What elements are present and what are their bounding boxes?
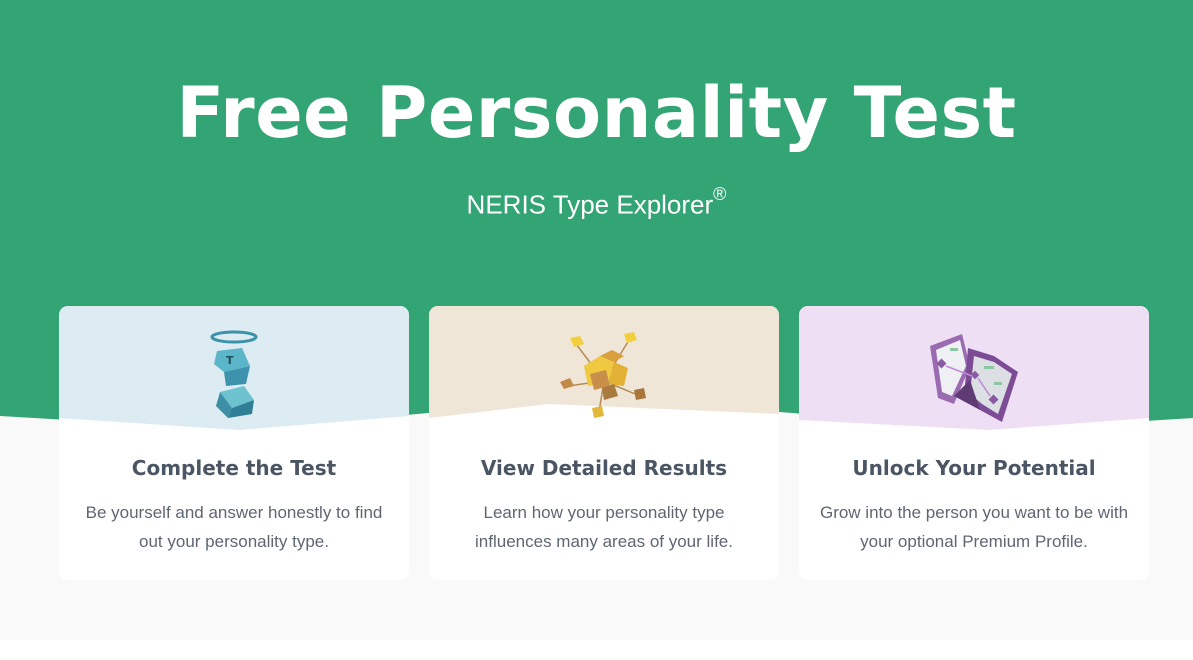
- card-description: Be yourself and answer honestly to find …: [85, 503, 383, 551]
- card-illustration-area: [799, 306, 1149, 436]
- card-description: Learn how your personality type influenc…: [475, 503, 733, 551]
- card-illustration-area: [429, 306, 779, 436]
- haloed-cubes-icon: T: [184, 326, 284, 426]
- subtitle-text: NERIS Type Explorer: [466, 189, 714, 220]
- feature-card-complete-test: T Complete the Test Be yourself and answ…: [59, 306, 409, 580]
- profile-map-icon: [924, 326, 1024, 426]
- card-title: Complete the Test: [131, 456, 337, 480]
- card-title: View Detailed Results: [480, 456, 728, 480]
- svg-text:T: T: [226, 354, 234, 367]
- card-illustration-area: T: [59, 306, 409, 436]
- feature-card-detailed-results: View Detailed Results Learn how your per…: [429, 306, 779, 580]
- card-description: Grow into the person you want to be with…: [819, 503, 1129, 551]
- page-subtitle: NERIS Type Explorer®: [0, 182, 1193, 221]
- card-title: Unlock Your Potential: [852, 456, 1096, 480]
- feature-card-unlock-potential: Unlock Your Potential Grow into the pers…: [799, 306, 1149, 580]
- page-title: Free Personality Test: [176, 72, 1017, 154]
- cube-network-icon: [554, 326, 654, 426]
- registered-mark: ®: [713, 184, 727, 204]
